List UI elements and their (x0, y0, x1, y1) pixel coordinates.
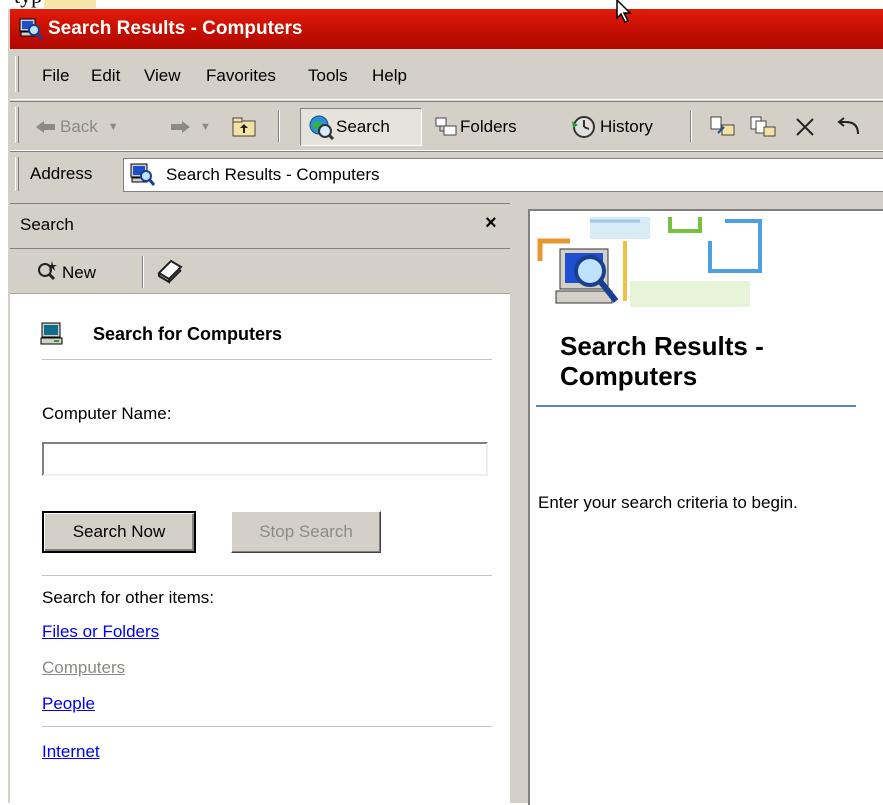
search-pane-title: Search (20, 215, 74, 234)
folders-icon (434, 116, 458, 138)
computers-link: Computers (42, 658, 126, 677)
search-computer-icon (130, 163, 156, 192)
results-pane: Search Results - Computers Enter your se… (528, 209, 883, 805)
search-button[interactable]: Search (308, 114, 390, 140)
search-pane-header: Search × (10, 204, 510, 249)
move-to-icon (710, 115, 736, 139)
menu-help[interactable]: Help (372, 66, 407, 86)
address-field[interactable]: Search Results - Computers (123, 158, 883, 192)
delete-x-icon (794, 116, 816, 138)
undo-icon (834, 116, 862, 138)
forward-button[interactable]: ▼ (170, 114, 211, 140)
standard-toolbar: Back ▼ ▼ Search Folders History (10, 101, 883, 151)
menu-view[interactable]: View (144, 66, 181, 86)
search-pane: Search × New Search for Computers Comput… (10, 203, 510, 804)
menu-grip[interactable] (15, 56, 19, 92)
content-area: Search × New Search for Computers Comput… (10, 197, 883, 805)
window-title: Search Results - Computers (48, 18, 303, 39)
menu-favorites[interactable]: Favorites (206, 66, 276, 86)
menu-bar: File Edit View Favorites Tools Help (10, 51, 883, 100)
people-link[interactable]: People (42, 694, 95, 714)
folders-button[interactable]: Folders (434, 114, 517, 140)
explorer-window: Search Results - Computers File Edit Vie… (8, 9, 883, 805)
computer-name-input[interactable] (42, 442, 488, 476)
history-icon (570, 115, 598, 139)
new-search-button[interactable]: New (36, 259, 96, 286)
move-to-button[interactable] (710, 114, 736, 140)
menu-edit[interactable]: Edit (91, 66, 120, 86)
back-dropdown-icon[interactable]: ▼ (108, 121, 119, 133)
divider (42, 575, 492, 577)
forward-arrow-icon (170, 120, 190, 134)
history-label: History (600, 117, 653, 136)
search-computer-icon (19, 18, 44, 40)
undo-button[interactable] (834, 114, 862, 140)
menu-tools[interactable]: Tools (308, 66, 348, 86)
close-icon[interactable]: × (485, 212, 497, 235)
history-button[interactable]: History (570, 114, 653, 140)
stop-search-button[interactable]: Stop Search (231, 511, 381, 553)
search-globe-icon (308, 114, 334, 140)
address-value: Search Results - Computers (166, 165, 380, 184)
other-items-label: Search for other items: (42, 588, 214, 607)
computer-icon (40, 322, 66, 351)
search-pane-toolbar: New (10, 249, 510, 294)
toolbar-separator (142, 256, 144, 288)
files-or-folders-link[interactable]: Files or Folders (42, 622, 159, 642)
toolbar-separator (690, 110, 692, 142)
computer-name-label: Computer Name: (42, 404, 172, 423)
new-search-icon (36, 259, 58, 286)
back-arrow-icon (36, 120, 56, 134)
search-label: Search (336, 117, 390, 136)
search-for-computers-heading: Search for Computers (93, 324, 283, 344)
address-label: Address (30, 164, 93, 183)
menu-file[interactable]: File (42, 66, 69, 86)
search-computer-banner-icon (530, 211, 883, 311)
title-bar[interactable]: Search Results - Computers (10, 9, 883, 49)
results-title: Search Results - Computers (560, 331, 764, 391)
divider (42, 726, 492, 728)
back-label: Back (60, 117, 98, 136)
mouse-pointer-icon (614, 0, 642, 29)
search-now-button[interactable]: Search Now (42, 511, 196, 553)
copy-to-icon (750, 115, 776, 139)
toolbar-separator (278, 110, 280, 142)
back-button[interactable]: Back ▼ (36, 114, 119, 140)
address-bar: Address Search Results - Computers (10, 151, 883, 196)
results-hint-text: Enter your search criteria to begin. (538, 493, 798, 512)
up-folder-icon (232, 117, 256, 137)
internet-link[interactable]: Internet (42, 742, 100, 762)
search-help-book-icon[interactable] (156, 257, 184, 290)
delete-button[interactable] (794, 114, 816, 140)
results-title-underline (536, 405, 856, 407)
new-search-label: New (62, 262, 97, 282)
up-folder-button[interactable] (232, 114, 256, 140)
pane-splitter[interactable] (510, 197, 528, 803)
toolbar-grip[interactable] (15, 107, 19, 143)
divider (42, 359, 492, 361)
forward-dropdown-icon[interactable]: ▼ (200, 121, 211, 133)
address-grip[interactable] (15, 157, 19, 191)
folders-label: Folders (460, 117, 517, 136)
copy-to-button[interactable] (750, 114, 776, 140)
